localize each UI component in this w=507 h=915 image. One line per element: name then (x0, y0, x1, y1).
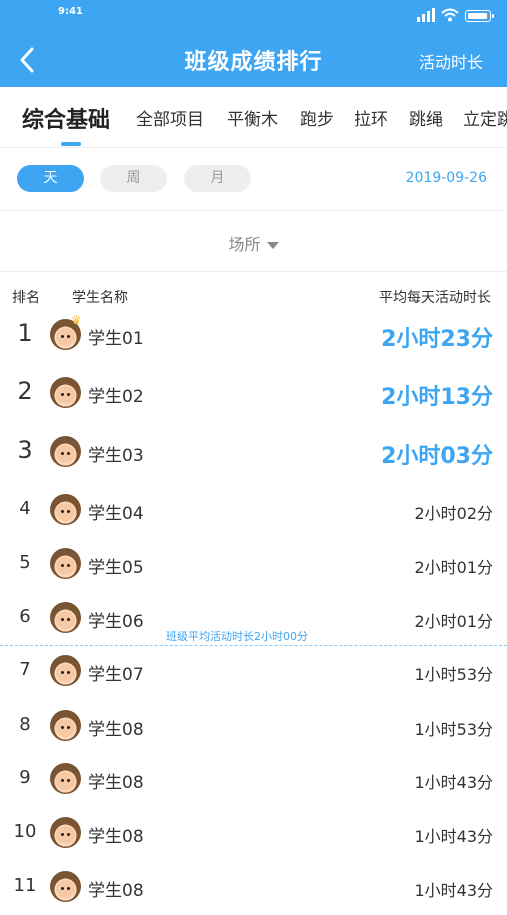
student-avatar (50, 548, 81, 579)
student-name: 学生08 (88, 881, 144, 901)
ranking-row[interactable]: 10 学生08 1小时43分 (0, 807, 507, 861)
rank-number: 8 (19, 714, 31, 735)
rank-number: 4 (19, 498, 31, 519)
rank-number: 5 (19, 552, 31, 573)
category-tabs: 综合基础 全部项目 平衡木 跑步 拉环 跳绳 立定跳 (0, 87, 507, 148)
column-name: 学生名称 (72, 290, 128, 306)
tab-rope-skipping[interactable]: 跳绳 (409, 105, 443, 130)
student-avatar (50, 871, 81, 902)
ranking-row[interactable]: 7 学生07 1小时53分 (0, 645, 507, 699)
activity-time: 2小时03分 (381, 444, 493, 469)
average-divider (0, 645, 507, 646)
student-avatar (50, 710, 81, 741)
activity-time: 2小时13分 (381, 385, 493, 410)
place-filter-label: 场所 (228, 235, 261, 254)
student-avatar (50, 817, 81, 848)
status-time: 9:41 (58, 6, 83, 17)
activity-time: 1小时53分 (414, 720, 493, 739)
student-avatar (50, 655, 81, 686)
tab-balance-beam[interactable]: 平衡木 (227, 105, 278, 130)
rank-number: 3 (17, 436, 33, 464)
tab-comprehensive[interactable]: 综合基础 (22, 102, 110, 134)
ranking-row[interactable]: 5 学生05 2小时01分 (0, 538, 507, 592)
rank-number: 10 (13, 821, 37, 842)
student-name: 学生08 (88, 827, 144, 847)
activity-duration-button[interactable]: 活动时长 (419, 49, 483, 73)
activity-time: 2小时02分 (414, 504, 493, 523)
rank-number: 6 (19, 606, 31, 627)
activity-time: 1小时53分 (414, 665, 493, 684)
rank-number: 9 (19, 767, 31, 788)
status-icons (417, 8, 494, 22)
student-name: 学生02 (88, 387, 144, 407)
period-day-button[interactable]: 天 (17, 165, 84, 192)
activity-time: 2小时01分 (414, 612, 493, 631)
crown-icon: ♛ (71, 313, 82, 327)
place-filter[interactable]: 场所 (0, 231, 507, 255)
tab-all-items[interactable]: 全部项目 (136, 105, 204, 130)
column-time: 平均每天活动时长 (379, 290, 491, 306)
tab-indicator (61, 142, 81, 146)
tab-ring[interactable]: 拉环 (354, 105, 388, 130)
rank-number: 7 (19, 659, 31, 680)
tab-standing-jump[interactable]: 立定跳 (463, 105, 507, 130)
date-picker[interactable]: 2019-09-26 (406, 170, 487, 186)
student-name: 学生04 (88, 504, 144, 524)
activity-time: 2小时23分 (381, 327, 493, 352)
rank-number: 2 (17, 377, 33, 405)
tab-running[interactable]: 跑步 (300, 105, 334, 130)
student-name: 学生08 (88, 773, 144, 793)
battery-icon (465, 10, 494, 22)
student-name: 学生08 (88, 720, 144, 740)
rank-number: 1 (17, 319, 33, 347)
activity-time: 1小时43分 (414, 881, 493, 900)
caret-down-icon (266, 242, 279, 249)
ranking-row[interactable]: 3 学生03 2小时03分 (0, 426, 507, 480)
nav-header: 9:41 班级成绩排行 活动时长 (0, 0, 507, 87)
student-avatar (50, 494, 81, 525)
period-bar: 天 周 月 2019-09-26 (0, 148, 507, 211)
student-avatar (50, 377, 81, 408)
rank-number: 11 (13, 875, 37, 896)
ranking-row[interactable]: 8 学生08 1小时53分 (0, 700, 507, 754)
signal-icon (417, 8, 435, 22)
student-avatar (50, 602, 81, 633)
ranking-row[interactable]: 9 学生08 1小时43分 (0, 753, 507, 807)
column-rank: 排名 (12, 290, 40, 306)
average-label: 班级平均活动时长2小时00分 (166, 630, 308, 643)
place-filter-bar: 场所 (0, 211, 507, 272)
period-month-button[interactable]: 月 (184, 165, 251, 192)
activity-time: 2小时01分 (414, 558, 493, 577)
student-avatar (50, 436, 81, 467)
student-name: 学生07 (88, 665, 144, 685)
period-week-button[interactable]: 周 (100, 165, 167, 192)
ranking-row[interactable]: 2 学生02 2小时13分 (0, 367, 507, 421)
activity-time: 1小时43分 (414, 827, 493, 846)
activity-time: 1小时43分 (414, 773, 493, 792)
student-name: 学生06 (88, 612, 144, 632)
ranking-row[interactable]: 4 学生04 2小时02分 (0, 484, 507, 538)
student-name: 学生01 (88, 329, 144, 349)
student-avatar (50, 763, 81, 794)
student-name: 学生03 (88, 446, 144, 466)
ranking-row[interactable]: 11 学生08 1小时43分 (0, 861, 507, 915)
student-name: 学生05 (88, 558, 144, 578)
ranking-row[interactable]: 1 ♛ 学生01 2小时23分 (0, 309, 507, 363)
wifi-icon (441, 8, 459, 22)
